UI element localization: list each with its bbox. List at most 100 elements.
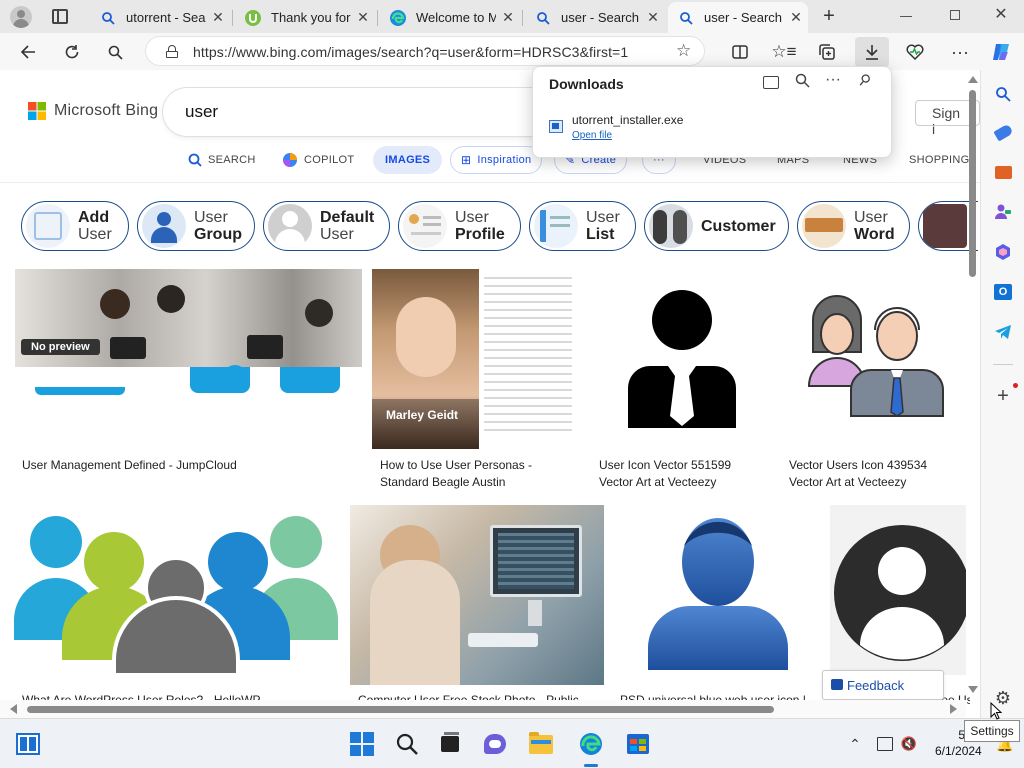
search-button[interactable] — [100, 37, 130, 67]
tab-utorrent-search[interactable]: utorrent - Sear ✕ — [90, 2, 230, 33]
sidebar-add-icon[interactable]: + — [991, 384, 1015, 408]
image-result-jumpcloud[interactable]: No preview — [15, 269, 362, 454]
close-window-button[interactable]: ✕ — [992, 6, 1010, 24]
copilot-icon — [283, 153, 297, 167]
settings-and-more-button[interactable]: ··· — [945, 37, 975, 67]
browser-essentials-button[interactable] — [900, 37, 930, 67]
open-folder-icon[interactable] — [763, 76, 779, 89]
chip-line2: Word — [854, 226, 895, 243]
horizontal-scroll-thumb[interactable] — [27, 706, 774, 713]
close-tab-icon[interactable]: ✕ — [641, 9, 665, 26]
sidebar-outlook-icon[interactable]: O — [991, 280, 1015, 304]
refresh-icon — [65, 45, 79, 59]
blue-user-icon — [648, 518, 788, 670]
collections-button[interactable] — [812, 37, 842, 67]
task-switcher-icon[interactable] — [437, 731, 463, 757]
sidebar-telegram-icon[interactable] — [991, 320, 1015, 344]
search-downloads-icon[interactable] — [795, 73, 810, 93]
refresh-button[interactable] — [57, 37, 87, 67]
chip-line2: User — [78, 226, 112, 243]
sidebar-tools-briefcase-icon[interactable] — [991, 160, 1015, 184]
result-caption[interactable]: How to Use User Personas - Standard Beag… — [380, 457, 580, 491]
related-chip-customer[interactable]: Customer — [644, 201, 789, 251]
image-result-computer-user[interactable] — [350, 505, 604, 685]
sidebar-shopping-tag-icon[interactable] — [991, 120, 1015, 144]
result-caption[interactable]: User Icon Vector 551599 Vector Art at Ve… — [599, 457, 749, 491]
vertical-scroll-thumb[interactable] — [969, 90, 976, 277]
related-chip-default-user[interactable]: Default User — [263, 201, 390, 251]
tab-welcome[interactable]: Welcome to M ✕ — [380, 2, 520, 33]
volume-muted-icon[interactable]: 🔇 — [896, 731, 922, 757]
back-button[interactable] — [13, 37, 43, 67]
close-tab-icon[interactable]: ✕ — [206, 9, 230, 26]
image-result-free-user-icon[interactable] — [830, 505, 966, 675]
lock-icon[interactable] — [166, 45, 178, 58]
result-caption[interactable]: Vector Users Icon 439534 Vector Art at V… — [789, 457, 949, 491]
feedback-button[interactable]: Feedback — [822, 670, 944, 700]
sidebar-games-icon[interactable] — [991, 200, 1015, 224]
close-tab-icon[interactable]: ✕ — [784, 9, 808, 26]
scroll-up-arrow-icon[interactable] — [968, 76, 978, 83]
chip-line1: User — [194, 209, 228, 226]
arrow-left-icon — [20, 45, 35, 59]
split-screen-button[interactable] — [725, 37, 755, 67]
sidebar-search-icon[interactable] — [991, 82, 1015, 106]
system-tray-chevron-icon[interactable]: ⌃ — [842, 731, 868, 757]
profile-avatar[interactable] — [10, 6, 32, 28]
scroll-left-arrow-icon[interactable] — [10, 704, 17, 714]
chip-line1: User — [854, 209, 888, 226]
file-explorer-icon[interactable] — [528, 731, 554, 757]
image-result-wordpress-roles[interactable] — [14, 510, 338, 675]
tab-thank-you[interactable]: Thank you for ✕ — [235, 2, 375, 33]
scope-inspiration[interactable]: ⊞ Inspiration — [450, 146, 543, 174]
image-result-personas[interactable]: Marley Geidt — [372, 269, 578, 449]
minimize-button[interactable] — [900, 16, 912, 17]
related-chip-add-user[interactable]: Add User — [21, 201, 129, 251]
related-chip-user-profile[interactable]: User Profile — [398, 201, 521, 251]
more-options-icon[interactable]: ··· — [825, 71, 841, 89]
copilot-button[interactable] — [986, 37, 1016, 67]
vertical-scrollbar[interactable] — [966, 70, 979, 700]
start-windows-icon[interactable] — [349, 731, 375, 757]
horizontal-scrollbar[interactable] — [0, 700, 966, 718]
close-tab-icon[interactable]: ✕ — [496, 9, 520, 26]
tab-user-search-images[interactable]: user - Search I ✕ — [668, 2, 808, 33]
restore-button[interactable] — [950, 10, 960, 20]
downloads-button[interactable] — [855, 37, 889, 67]
image-result-users-icon[interactable] — [795, 290, 950, 420]
address-bar[interactable]: https://www.bing.com/images/search?q=use… — [145, 36, 705, 66]
scope-images[interactable]: IMAGES — [373, 146, 443, 174]
scope-copilot[interactable]: COPILOT — [282, 146, 354, 174]
sidebar-microsoft365-icon[interactable] — [991, 240, 1015, 264]
tab-user-search[interactable]: user - Search ✕ — [525, 2, 665, 33]
download-file-name[interactable]: utorrent_installer.exe — [572, 113, 683, 127]
result-caption[interactable]: User Management Defined - JumpCloud — [22, 457, 352, 474]
scope-shopping[interactable]: SHOPPING — [909, 146, 969, 174]
image-result-user-icon-vector[interactable] — [600, 280, 765, 430]
teams-chat-icon[interactable] — [482, 731, 508, 757]
scroll-down-arrow-icon[interactable] — [968, 686, 978, 693]
related-chip-user-word[interactable]: User Word — [797, 201, 910, 251]
scope-divider — [0, 182, 980, 183]
microsoft-store-icon[interactable] — [625, 731, 651, 757]
related-chip-user-group[interactable]: User Group — [137, 201, 255, 251]
favorite-star-icon[interactable]: ☆ — [676, 41, 691, 61]
close-tab-icon[interactable]: ✕ — [351, 9, 375, 26]
favorites-button[interactable]: ☆≡ — [769, 37, 799, 67]
bing-logo[interactable]: Microsoft Bing — [28, 102, 158, 120]
task-view-icon[interactable] — [15, 731, 41, 757]
pin-icon[interactable]: ⚲ — [855, 70, 875, 90]
tab-actions-icon[interactable] — [52, 9, 68, 24]
scroll-right-arrow-icon[interactable] — [950, 704, 957, 714]
related-chip-user-list[interactable]: User List — [529, 201, 636, 251]
split-screen-icon — [732, 45, 748, 59]
network-icon[interactable] — [872, 731, 898, 757]
new-tab-button[interactable]: + — [818, 5, 840, 27]
bing-logo-text: Microsoft Bing — [54, 102, 159, 119]
image-result-blue-user-icon[interactable] — [620, 510, 815, 675]
scope-search[interactable]: SEARCH — [188, 146, 256, 174]
edge-taskbar-icon[interactable] — [578, 731, 604, 757]
taskbar-search-icon[interactable] — [394, 731, 420, 757]
open-file-link[interactable]: Open file — [572, 130, 612, 141]
bing-search-icon — [678, 10, 694, 26]
